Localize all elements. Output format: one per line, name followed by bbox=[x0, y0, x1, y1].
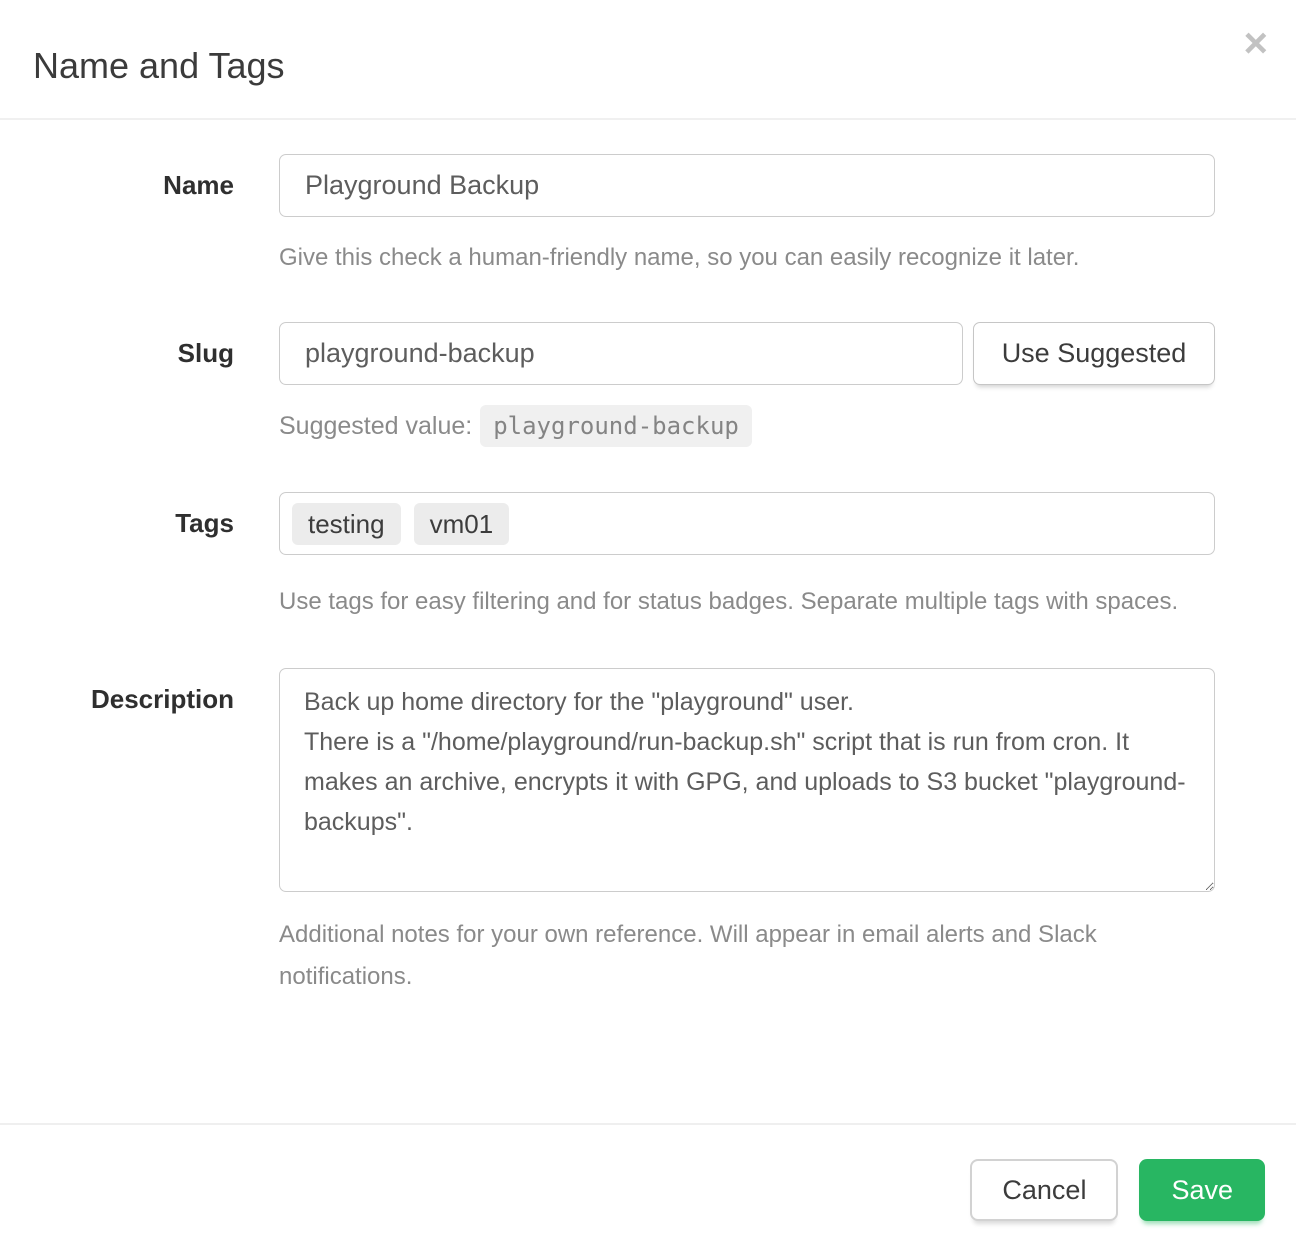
suggested-value-line: Suggested value: playground-backup bbox=[279, 403, 1215, 449]
name-and-tags-dialog: Name and Tags × Name Give this check a h… bbox=[0, 0, 1296, 1254]
dialog-body: Name Give this check a human-friendly na… bbox=[0, 120, 1296, 998]
cancel-button[interactable]: Cancel bbox=[970, 1159, 1118, 1221]
dialog-header: Name and Tags × bbox=[0, 0, 1296, 120]
suggested-value-code: playground-backup bbox=[480, 405, 752, 447]
slug-label: Slug bbox=[178, 338, 234, 368]
name-input[interactable] bbox=[279, 154, 1215, 217]
description-form-group: Description Back up home directory for t… bbox=[33, 668, 1296, 998]
save-button[interactable]: Save bbox=[1139, 1159, 1265, 1221]
use-suggested-button[interactable]: Use Suggested bbox=[973, 322, 1215, 385]
tags-help-text: Use tags for easy filtering and for stat… bbox=[279, 581, 1199, 623]
dialog-footer: Cancel Save bbox=[0, 1123, 1296, 1254]
slug-form-group: Slug Use Suggested Suggested value: playg… bbox=[33, 322, 1296, 492]
tags-form-group: Tags testing vm01 Use tags for easy filt… bbox=[33, 492, 1296, 668]
name-label: Name bbox=[163, 170, 234, 200]
description-help-text: Additional notes for your own reference.… bbox=[279, 914, 1179, 998]
dialog-title: Name and Tags bbox=[33, 44, 1263, 88]
close-icon[interactable]: × bbox=[1243, 22, 1268, 64]
tag-chip: vm01 bbox=[414, 503, 510, 545]
suggested-value-label: Suggested value: bbox=[279, 412, 472, 440]
description-textarea[interactable]: Back up home directory for the "playgrou… bbox=[279, 668, 1215, 892]
slug-input[interactable] bbox=[279, 322, 963, 385]
name-help-text: Give this check a human-friendly name, s… bbox=[279, 237, 1215, 279]
description-label: Description bbox=[91, 684, 234, 714]
tags-input[interactable]: testing vm01 bbox=[279, 492, 1215, 555]
tag-chip: testing bbox=[292, 503, 401, 545]
name-form-group: Name Give this check a human-friendly na… bbox=[33, 154, 1296, 322]
tags-label: Tags bbox=[175, 508, 234, 538]
